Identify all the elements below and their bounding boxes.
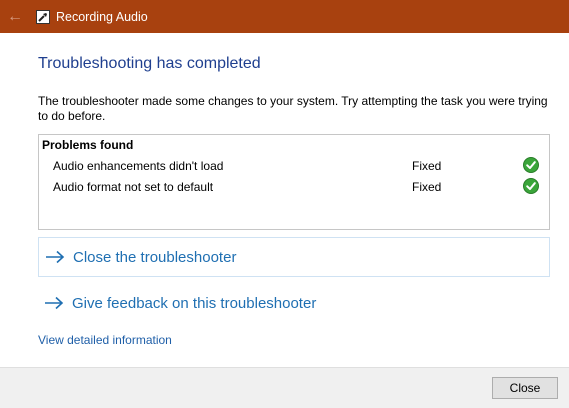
title-bar: ← Recording Audio — [0, 0, 569, 33]
problem-row: Audio format not set to default Fixed — [39, 177, 549, 197]
give-feedback-button[interactable]: Give feedback on this troubleshooter — [38, 283, 550, 323]
problem-row: Audio enhancements didn't load Fixed — [39, 156, 549, 176]
problem-status: Fixed — [412, 180, 442, 194]
view-detailed-information-link[interactable]: View detailed information — [38, 333, 172, 347]
close-troubleshooter-button[interactable]: Close the troubleshooter — [38, 237, 550, 277]
back-arrow-icon: ← — [7, 7, 23, 25]
close-button[interactable]: Close — [492, 377, 558, 399]
troubleshooter-app-icon — [36, 9, 50, 24]
main-content: Troubleshooting has completed The troubl… — [0, 33, 569, 367]
problem-name: Audio format not set to default — [53, 180, 214, 194]
problem-name: Audio enhancements didn't load — [53, 159, 224, 173]
close-troubleshooter-label: Close the troubleshooter — [73, 248, 237, 266]
arrow-right-icon — [45, 250, 65, 264]
problems-panel: Problems found Audio enhancements didn't… — [38, 134, 550, 230]
arrow-right-icon — [44, 296, 64, 310]
footer-bar: Close — [0, 367, 569, 408]
problem-status: Fixed — [412, 159, 442, 173]
green-check-icon — [523, 178, 539, 194]
page-title: Troubleshooting has completed — [38, 55, 261, 72]
back-button[interactable]: ← — [0, 0, 30, 33]
give-feedback-label: Give feedback on this troubleshooter — [72, 294, 317, 312]
window-title: Recording Audio — [56, 9, 148, 24]
problems-title: Problems found — [42, 138, 134, 152]
description-text: The troubleshooter made some changes to … — [38, 94, 548, 123]
green-check-icon — [523, 157, 539, 173]
